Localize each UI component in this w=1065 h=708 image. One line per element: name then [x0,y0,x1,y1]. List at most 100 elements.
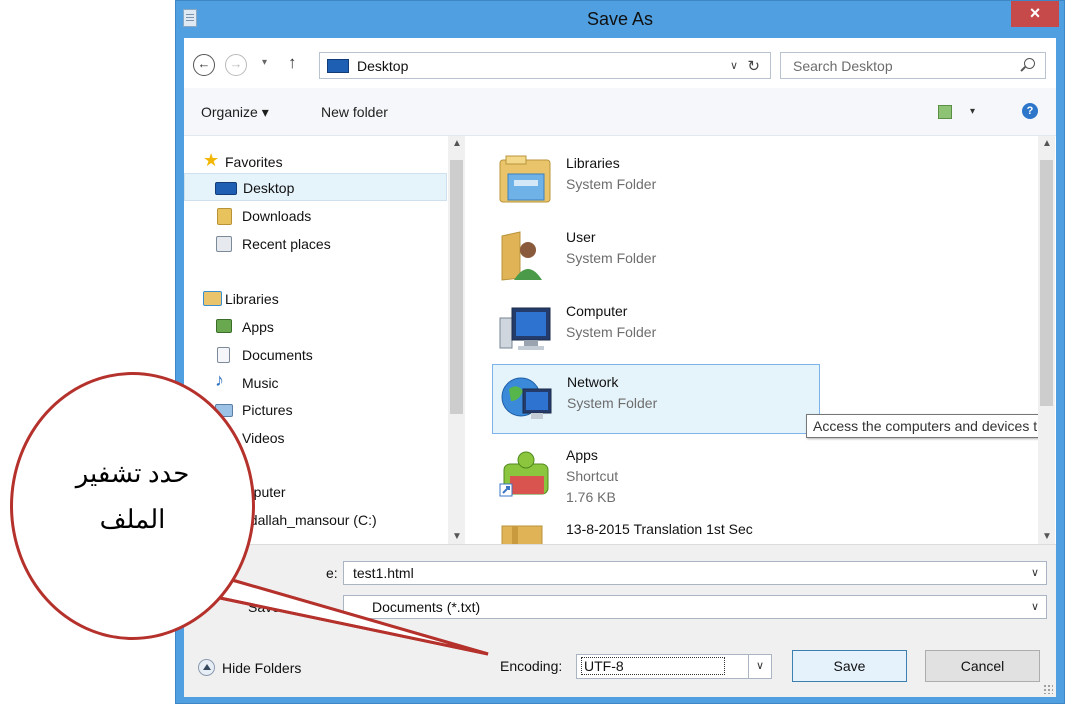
scroll-up-icon[interactable]: ▲ [1042,138,1052,149]
nav-item-apps[interactable]: Apps [184,313,447,341]
address-location[interactable]: Desktop [357,58,408,74]
search-input[interactable]: Search Desktop [780,52,1046,79]
nav-item-label: Pictures [242,402,293,418]
file-name: Apps [566,447,598,463]
documents-icon [217,347,230,363]
file-item-translation-folder[interactable]: 13-8-2015 Translation 1st Sec [492,512,820,544]
view-options-dropdown[interactable]: ▾ [970,106,975,117]
nav-item-music[interactable]: ♪ Music [184,369,447,397]
hide-folders-label: Hide Folders [222,660,302,676]
save-as-type-label: Save as typ [248,599,322,615]
recent-locations-dropdown[interactable]: ▾ [262,57,267,68]
forward-button[interactable]: → [225,54,247,76]
file-type: System Folder [566,176,657,192]
organize-button[interactable]: Organize ▾ [201,104,269,121]
save-as-dialog: Save As × ← → ▾ ↑ Desktop ∨ ↻ Search Des… [175,0,1065,704]
save-options-area: e: test1.html ∨ Save as typ Documents (*… [184,544,1056,697]
resize-grip-icon[interactable] [1043,684,1053,694]
nav-item-recent-places[interactable]: Recent places [184,230,447,258]
file-item-user[interactable]: User System Folder [492,220,820,290]
file-name: Libraries [566,155,620,171]
file-name: Computer [566,303,628,319]
encoding-dropdown[interactable]: ∨ [748,655,771,678]
scrollbar-thumb[interactable] [1040,160,1053,406]
desktop-icon [215,182,237,195]
file-item-network[interactable]: Network System Folder [492,364,820,434]
window-title: Save As [586,9,654,29]
dialog-client-area: ← → ▾ ↑ Desktop ∨ ↻ Search Desktop Organ… [184,38,1056,697]
nav-item-label: Desktop [243,180,295,196]
close-button[interactable]: × [1011,1,1059,27]
network-globe-icon [501,377,552,419]
nav-item-label: Downloads [242,208,312,224]
help-icon[interactable]: ? [1022,103,1038,119]
star-icon: ★ [203,150,220,170]
change-view-icon[interactable] [938,105,952,119]
save-button[interactable]: Save [792,650,907,682]
chevron-up-icon [198,659,215,676]
address-dropdown[interactable]: ∨ [730,59,738,72]
music-icon: ♪ [215,370,224,390]
encoding-select[interactable]: UTF-8 ∨ [576,654,772,679]
address-row: ← → ▾ ↑ Desktop ∨ ↻ Search Desktop [184,38,1056,88]
nav-item-label: Music [242,375,279,391]
cancel-button[interactable]: Cancel [925,650,1040,682]
title-bar[interactable]: Save As × [176,1,1064,38]
search-icon[interactable] [1024,58,1035,69]
encoding-label: Encoding: [500,658,563,674]
save-as-type-select[interactable]: Documents (*.txt) ∨ [343,595,1047,619]
save-as-type-value[interactable]: Documents (*.txt) [372,599,480,615]
apps-shortcut-icon [499,451,549,497]
annotation-line-1: حدد تشفير [75,459,190,488]
libraries-folder-icon [499,155,551,203]
annotation-line-2: الملف [99,505,166,534]
filename-value[interactable]: test1.html [353,565,414,581]
apps-icon [216,319,232,333]
scroll-up-icon[interactable]: ▲ [452,138,462,149]
new-folder-button[interactable]: New folder [321,104,388,120]
nav-item-label: Documents [242,347,313,363]
nav-item-desktop[interactable]: Desktop [184,173,447,201]
network-tooltip: Access the computers and devices that ar… [806,414,1038,438]
nav-item-downloads[interactable]: Downloads [184,202,447,230]
nav-item-libraries[interactable]: Libraries [184,285,447,313]
nav-item-favorites[interactable]: ★ Favorites [184,148,447,176]
file-list: Libraries System Folder User System Fold… [467,136,1038,544]
scroll-down-icon[interactable]: ▼ [452,531,462,542]
file-type: System Folder [566,250,657,266]
file-type: System Folder [567,395,658,411]
file-name: 13-8-2015 Translation 1st Sec [566,521,753,537]
file-item-libraries[interactable]: Libraries System Folder [492,146,820,216]
libraries-icon [203,291,222,306]
scroll-down-icon[interactable]: ▼ [1042,531,1052,542]
folder-icon [501,525,543,544]
recent-places-icon [216,236,232,252]
nav-item-label: bdallah_mansour (C:) [242,512,377,528]
address-bar[interactable]: Desktop ∨ ↻ [319,52,771,79]
annotation-bubble: حدد تشفير الملف [10,372,255,640]
nav-item-label: Videos [242,430,285,446]
filename-dropdown[interactable]: ∨ [1031,566,1039,579]
nav-item-label: Apps [242,319,274,335]
nav-item-documents[interactable]: Documents [184,341,447,369]
file-type: System Folder [566,324,657,340]
save-as-type-dropdown[interactable]: ∨ [1031,600,1039,613]
computer-monitor-icon [499,307,551,350]
file-name: Network [567,374,619,390]
command-bar: Organize ▾ New folder ▾ ? [184,88,1056,136]
nav-item-label: Libraries [225,291,279,307]
file-item-computer[interactable]: Computer System Folder [492,294,820,364]
file-item-apps[interactable]: Apps Shortcut 1.76 KB [492,438,820,508]
refresh-icon[interactable]: ↻ [747,57,760,75]
up-button[interactable]: ↑ [288,53,297,73]
filename-field[interactable]: test1.html ∨ [343,561,1047,585]
filename-label: e: [326,565,338,581]
file-list-scrollbar[interactable]: ▲ ▼ [1038,136,1055,544]
file-size: 1.76 KB [566,489,616,505]
search-placeholder: Search Desktop [793,58,893,74]
encoding-value[interactable]: UTF-8 [581,657,725,675]
desktop-icon [327,59,349,73]
back-button[interactable]: ← [193,54,215,76]
scrollbar-thumb[interactable] [450,160,463,414]
navigation-scrollbar[interactable]: ▲ ▼ [448,136,465,544]
